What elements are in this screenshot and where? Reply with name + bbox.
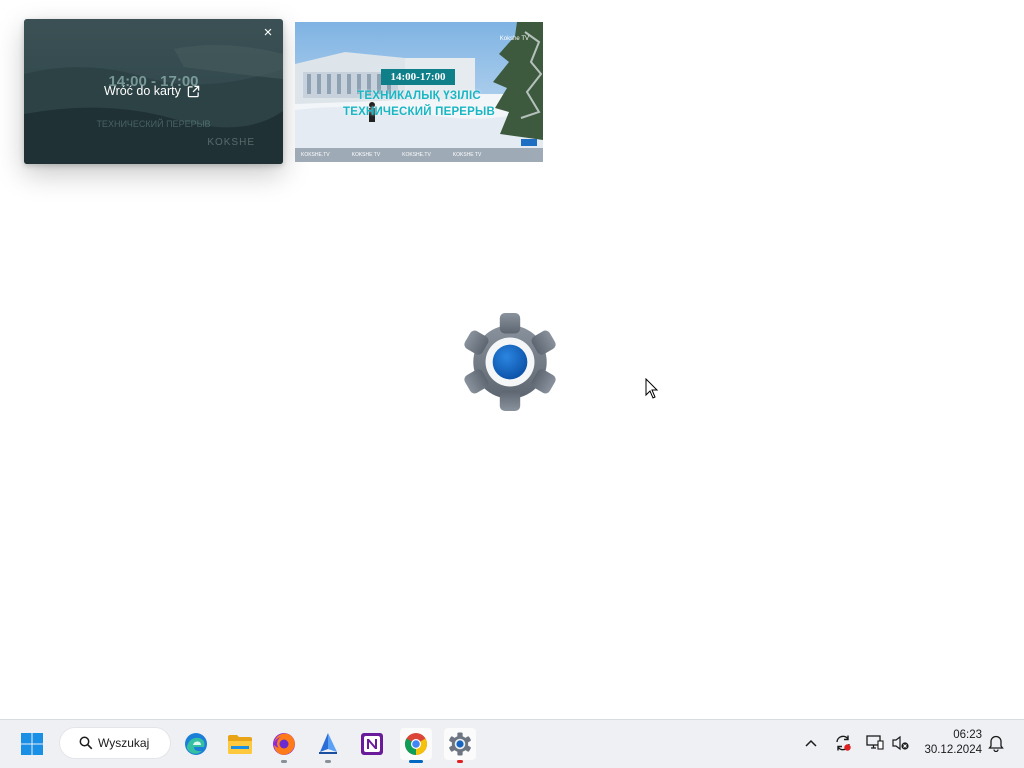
channel-logo-badge: [521, 139, 537, 146]
folder-icon: [228, 735, 252, 754]
start-button[interactable]: [16, 728, 48, 760]
speaker-muted-icon: [892, 735, 909, 751]
settings-splash-icon: [464, 313, 556, 411]
search-placeholder: Wyszukaj: [98, 736, 150, 750]
taskbar-app-settings[interactable]: [444, 728, 476, 763]
time-badge: 14:00-17:00: [381, 69, 455, 85]
footer-item: KOKSHE.TV: [402, 152, 431, 158]
firefox-icon: [273, 733, 295, 755]
taskbar-app-firefox[interactable]: [268, 728, 300, 763]
taskbar: Wyszukaj 06:23 30.12.2024: [0, 719, 1024, 768]
running-indicator: [457, 760, 463, 763]
volume-tray[interactable]: [892, 734, 910, 752]
back-to-tab-button[interactable]: Wróć do karty: [102, 80, 210, 102]
channel-corner-tag: Kokshe TV: [499, 36, 529, 42]
notion-icon: [361, 733, 383, 755]
settings-icon: [449, 732, 471, 756]
back-to-tab-label: Wróć do karty: [104, 84, 181, 98]
mouse-cursor-icon: [645, 378, 659, 399]
edge-icon: [185, 733, 207, 755]
video-thumbnail[interactable]: Kokshe TV 14:00-17:00 ТЕХНИКАЛЫҚ ҮЗІЛІС …: [295, 22, 543, 162]
bell-icon: [988, 735, 1004, 752]
sync-status-tray[interactable]: [834, 734, 852, 752]
notifications-button[interactable]: [987, 734, 1005, 752]
running-indicator: [325, 760, 331, 763]
system-clock[interactable]: 06:23 30.12.2024: [920, 728, 982, 758]
sync-alert-icon: [836, 735, 851, 751]
search-icon: [79, 736, 93, 750]
close-icon[interactable]: ×: [261, 25, 275, 40]
network-tray[interactable]: [866, 734, 884, 752]
chevron-up-icon: [805, 739, 817, 747]
footer-item: KOKSHE TV: [351, 152, 381, 158]
running-indicator: [409, 760, 423, 763]
footer-item: KOKSHE TV: [452, 152, 482, 158]
clock-time: 06:23: [953, 729, 982, 741]
taskbar-app-notion[interactable]: [356, 728, 388, 760]
taskbar-app-edge[interactable]: [180, 728, 212, 760]
pip-ghost-brand: KOKSHE: [207, 137, 255, 148]
pip-preview-popup[interactable]: 14:00 - 17:00 ТЕХНИЧЕСКИЙ ПЕРЕРЫВ KOKSHE…: [24, 19, 283, 164]
break-title-russian: ТЕХНИЧЕСКИЙ ПЕРЕРЫВ: [342, 106, 496, 118]
clock-date: 30.12.2024: [924, 744, 982, 756]
show-hidden-icons-button[interactable]: [802, 734, 820, 752]
taskbar-app-explorer[interactable]: [224, 728, 256, 760]
pip-ghost-subtitle: ТЕХНИЧЕСКИЙ ПЕРЕРЫВ: [96, 119, 211, 129]
video-footer-bar: KOKSHE.TV KOKSHE TV KOKSHE.TV KOKSHE TV: [295, 148, 543, 162]
open-external-icon: [187, 85, 200, 97]
windows-logo-icon: [21, 733, 43, 755]
chrome-icon: [405, 733, 427, 755]
break-title-kazakh: ТЕХНИКАЛЫҚ ҮЗІЛІС: [357, 90, 481, 102]
search-input[interactable]: Wyszukaj: [60, 728, 170, 758]
running-indicator: [281, 760, 287, 763]
taskbar-app-chrome[interactable]: [400, 728, 432, 763]
footer-item: KOKSHE.TV: [301, 152, 330, 158]
sail-icon: [319, 733, 337, 754]
network-monitor-icon: [866, 735, 884, 750]
taskbar-app-sail[interactable]: [312, 728, 344, 763]
